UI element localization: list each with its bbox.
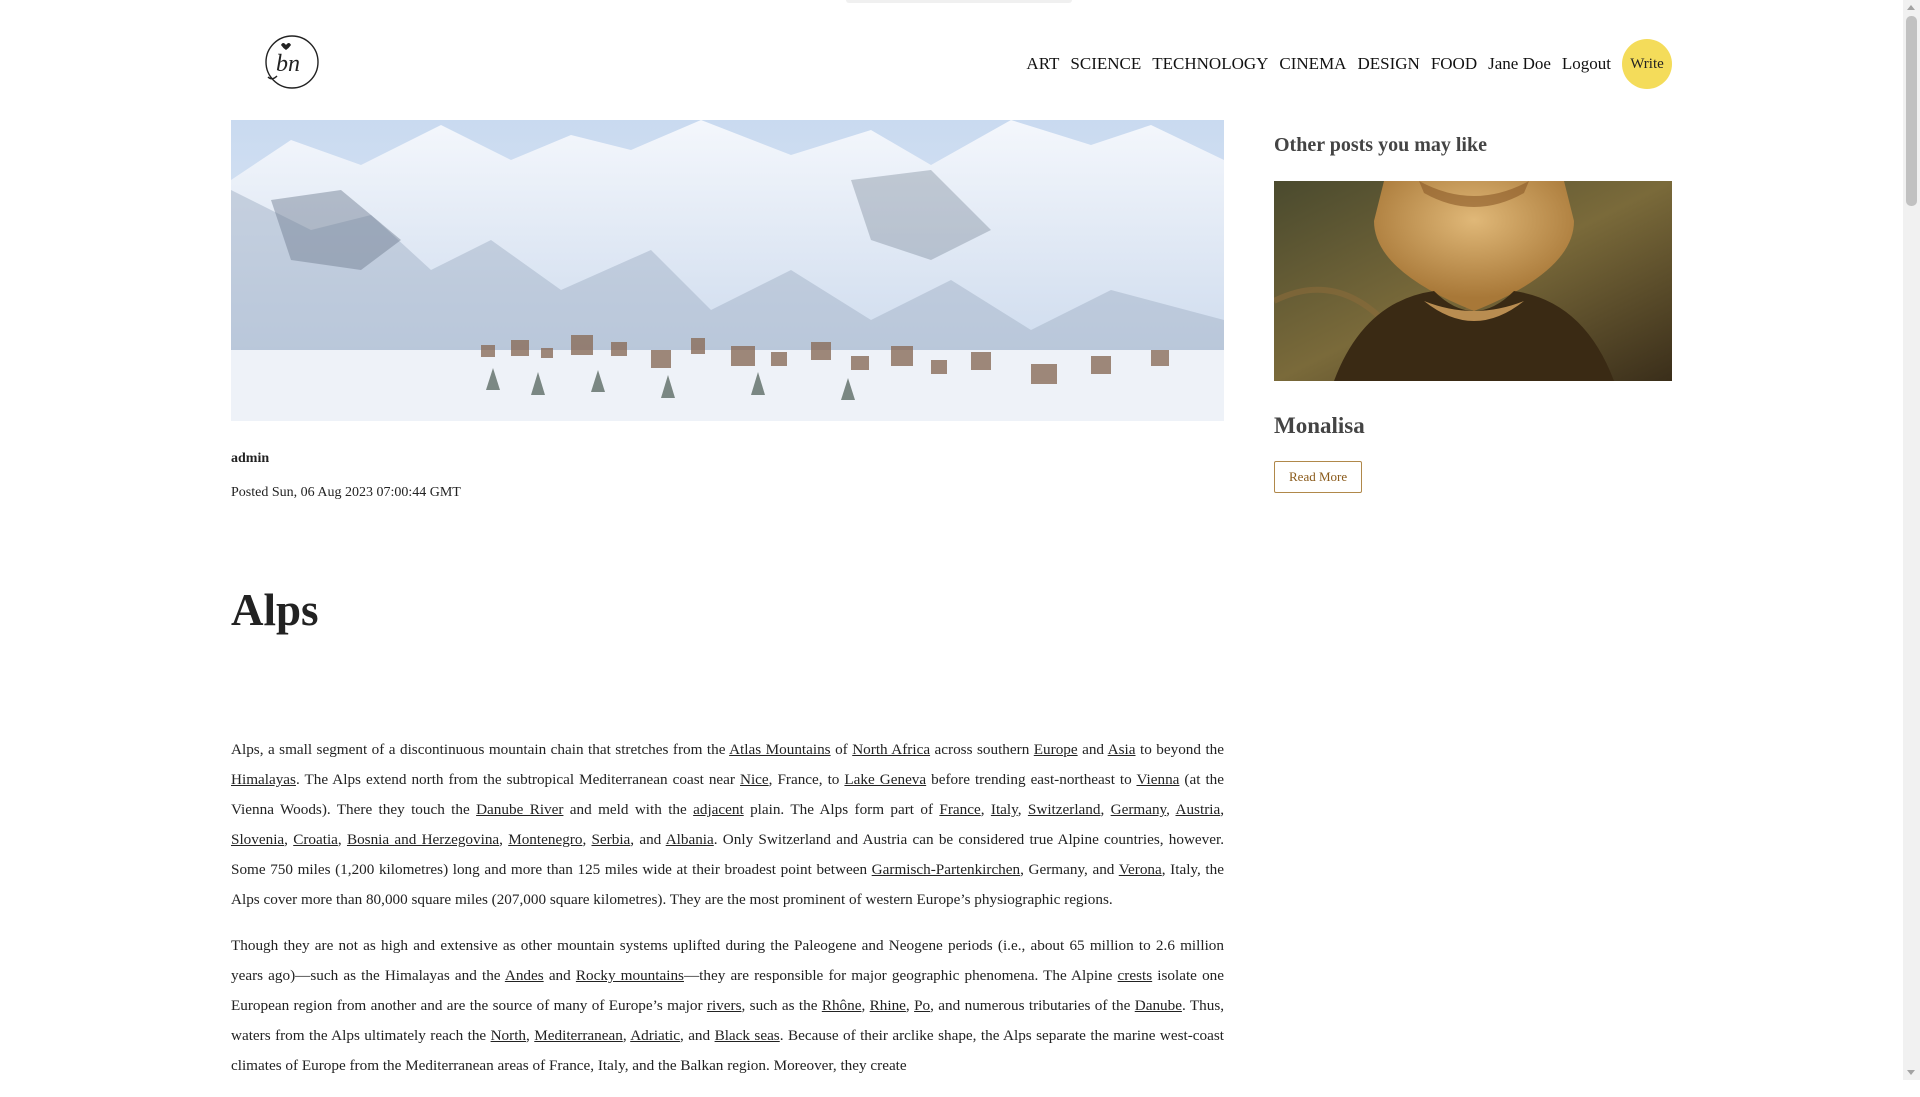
article-link[interactable]: Po: [914, 997, 930, 1014]
article-text: —they are responsible for major geograph…: [683, 967, 1118, 984]
article-paragraph-1: Alps, a small segment of a discontinuous…: [231, 735, 1224, 915]
article-text: of: [830, 741, 853, 758]
article-link[interactable]: Europe: [1034, 741, 1078, 758]
article-paragraph-2: Though they are not as high and extensiv…: [231, 931, 1224, 1081]
article-link[interactable]: Adriatic: [630, 1027, 680, 1044]
nav-user-name[interactable]: Jane Doe: [1488, 54, 1551, 74]
article-text: across southern: [930, 741, 1034, 758]
nav-design[interactable]: DESIGN: [1357, 54, 1419, 74]
article-link[interactable]: Switzerland: [1028, 801, 1101, 818]
sidebar-post-title[interactable]: Monalisa: [1274, 413, 1672, 439]
article-text: , and: [679, 1027, 715, 1044]
svg-text:bn: bn: [276, 51, 300, 77]
article-link[interactable]: North: [491, 1027, 526, 1044]
article-text: ,: [980, 801, 991, 818]
scroll-up-icon[interactable]: [1907, 5, 1915, 10]
nav-logout[interactable]: Logout: [1562, 54, 1611, 74]
nav-food[interactable]: FOOD: [1431, 54, 1477, 74]
article-link[interactable]: Croatia: [293, 831, 338, 848]
article-link[interactable]: Nice: [740, 771, 769, 788]
article-link[interactable]: Italy: [991, 801, 1018, 818]
article-link[interactable]: Slovenia: [231, 831, 284, 848]
article-text: before trending east-northeast to: [926, 771, 1137, 788]
article-text: , France, to: [768, 771, 845, 788]
article-text: ,: [1166, 801, 1176, 818]
article-link[interactable]: Germany: [1111, 801, 1167, 818]
top-edge-tab: [846, 0, 1072, 3]
scrollbar-thumb[interactable]: [1906, 16, 1917, 206]
article-link[interactable]: Danube River: [476, 801, 563, 818]
article-text: ,: [1017, 801, 1028, 818]
article-text: plain. The Alps form part of: [743, 801, 940, 818]
hero-image: [231, 120, 1224, 421]
article-link[interactable]: North Africa: [852, 741, 930, 758]
sidebar: Other posts you may like Monalisa Read M…: [1274, 120, 1672, 493]
article-link[interactable]: Himalayas: [231, 771, 296, 788]
article-link[interactable]: Atlas Mountains: [729, 741, 831, 758]
article-link[interactable]: Montenegro: [508, 831, 582, 848]
article-text: . The Alps extend north from the subtrop…: [295, 771, 740, 788]
nav-technology[interactable]: TECHNOLOGY: [1152, 54, 1268, 74]
article-text: and: [543, 967, 576, 984]
post-title: Alps: [231, 585, 319, 635]
article-text: to beyond the: [1135, 741, 1225, 758]
monalisa-image[interactable]: [1274, 181, 1672, 381]
article-text: ,: [905, 997, 915, 1014]
post-author: admin: [231, 451, 270, 466]
article-text: ,: [499, 831, 509, 848]
main-nav: ART SCIENCE TECHNOLOGY CINEMA DESIGN FOO…: [1026, 38, 1672, 90]
page-scrollbar[interactable]: [1903, 0, 1920, 1080]
read-more-button[interactable]: Read More: [1274, 461, 1363, 493]
article-text: , and: [630, 831, 666, 848]
article-text: and: [1077, 741, 1108, 758]
article-link[interactable]: Lake Geneva: [844, 771, 926, 788]
article-link[interactable]: Garmisch-Partenkirchen: [872, 861, 1020, 878]
nav-art[interactable]: ART: [1026, 54, 1059, 74]
article-text: Alps, a small segment of a discontinuous…: [231, 741, 730, 758]
article-link[interactable]: Verona: [1119, 861, 1162, 878]
article-text: , Germany, and: [1020, 861, 1119, 878]
bn-logo-icon[interactable]: bn: [262, 33, 320, 91]
article-text: and meld with the: [563, 801, 694, 818]
article-link[interactable]: France: [939, 801, 980, 818]
article-link[interactable]: crests: [1118, 967, 1153, 984]
article-link[interactable]: Vienna: [1136, 771, 1179, 788]
article-text: ,: [284, 831, 294, 848]
nav-cinema[interactable]: CINEMA: [1279, 54, 1346, 74]
article-link[interactable]: Serbia: [591, 831, 630, 848]
article-link[interactable]: Danube: [1135, 997, 1182, 1014]
article-link[interactable]: Rhine: [870, 997, 906, 1014]
scroll-down-icon[interactable]: [1907, 1070, 1915, 1075]
post-body: Alps, a small segment of a discontinuous…: [231, 735, 1224, 1081]
article-link[interactable]: Albania: [666, 831, 714, 848]
article-link[interactable]: Austria: [1176, 801, 1221, 818]
article-text: ,: [861, 997, 870, 1014]
article-link[interactable]: Mediterranean: [534, 1027, 623, 1044]
article-link[interactable]: Asia: [1108, 741, 1136, 758]
article-text: ,: [1220, 801, 1225, 818]
article-link[interactable]: Andes: [505, 967, 544, 984]
article-text: ,: [1100, 801, 1111, 818]
sidebar-heading: Other posts you may like: [1274, 134, 1487, 156]
article-link[interactable]: Bosnia and Herzegovina: [347, 831, 499, 848]
nav-science[interactable]: SCIENCE: [1070, 54, 1141, 74]
article-link[interactable]: adjacent: [693, 801, 744, 818]
article-text: , such as the: [741, 997, 822, 1014]
write-button[interactable]: Write: [1622, 39, 1672, 89]
article-text: , and numerous tributaries of the: [930, 997, 1135, 1014]
article-link[interactable]: Black seas: [715, 1027, 780, 1044]
article-link[interactable]: rivers: [707, 997, 742, 1014]
post-main: admin Posted Sun, 06 Aug 2023 07:00:44 G…: [231, 120, 1224, 1097]
article-link[interactable]: Rocky mountains: [576, 967, 684, 984]
article-link[interactable]: Rhône: [822, 997, 862, 1014]
article-text: ,: [337, 831, 347, 848]
post-date: Posted Sun, 06 Aug 2023 07:00:44 GMT: [231, 485, 461, 500]
